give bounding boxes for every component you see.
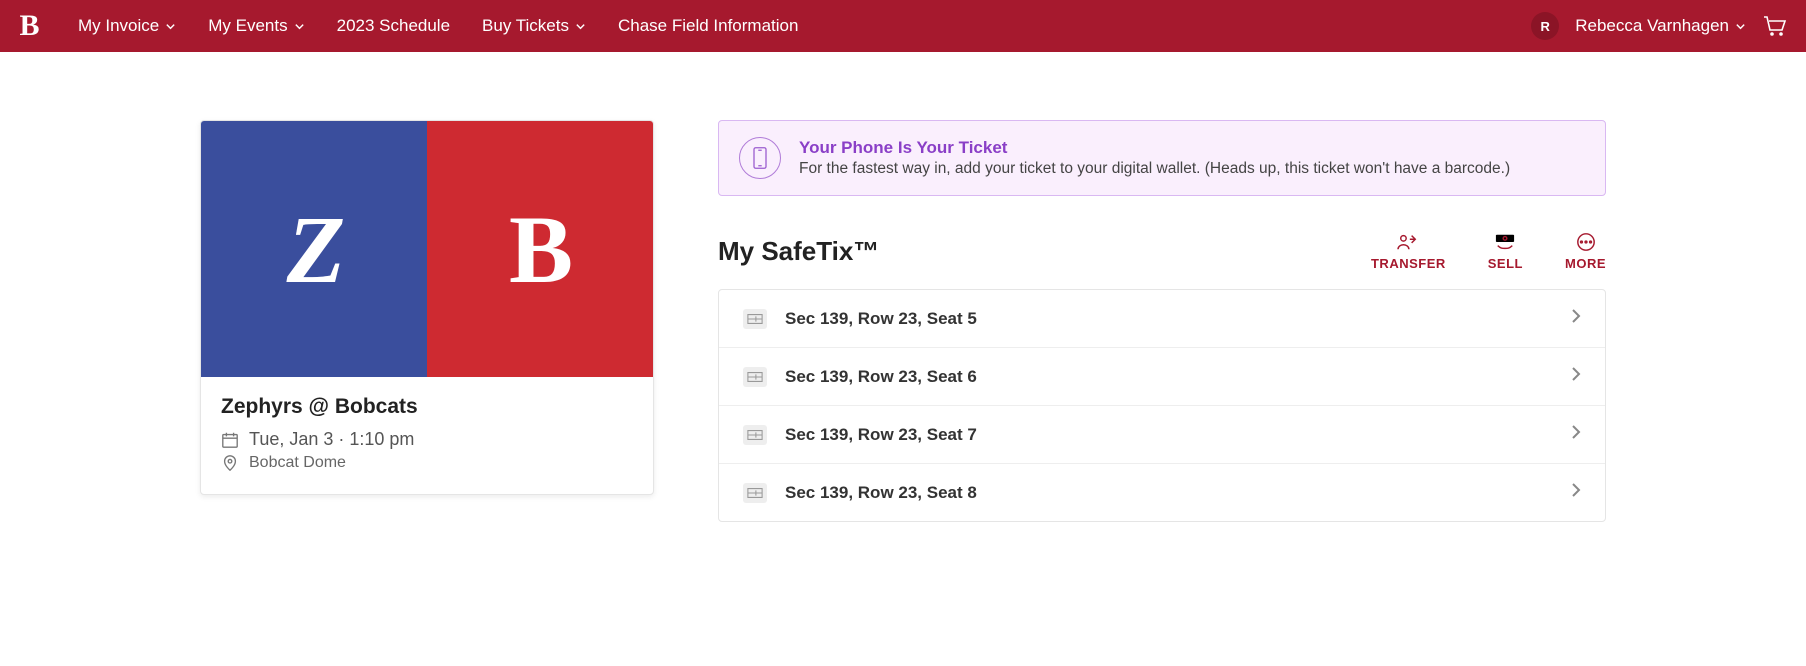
nav-label: 2023 Schedule: [337, 16, 450, 36]
mobile-ticket-notice: Your Phone Is Your Ticket For the fastes…: [718, 120, 1606, 196]
action-label: MORE: [1565, 256, 1606, 271]
ticket-row[interactable]: Sec 139, Row 23, Seat 8: [719, 464, 1605, 521]
event-venue: Bobcat Dome: [249, 454, 346, 472]
chevron-right-icon: [1571, 366, 1581, 387]
ticket-seat-label: Sec 139, Row 23, Seat 5: [785, 309, 1553, 329]
ticket-list: Sec 139, Row 23, Seat 5 Sec 139, Row 23,…: [718, 289, 1606, 522]
safetix-header: My SafeTix™ TRANSFER SELL MORE: [718, 232, 1606, 271]
event-datetime-row: Tue, Jan 3 · 1:10 pm: [221, 429, 633, 450]
ticket-seat-label: Sec 139, Row 23, Seat 7: [785, 425, 1553, 445]
transfer-button[interactable]: TRANSFER: [1371, 232, 1446, 271]
safetix-heading: My SafeTix™: [718, 236, 879, 267]
chevron-down-icon: [165, 21, 176, 32]
main-content: Z B Zephyrs @ Bobcats Tue, Jan 3 · 1:10 …: [0, 52, 1806, 582]
sell-button[interactable]: SELL: [1488, 232, 1523, 271]
chevron-right-icon: [1571, 308, 1581, 329]
ticket-row[interactable]: Sec 139, Row 23, Seat 6: [719, 348, 1605, 406]
matchup-graphic: Z B: [201, 121, 653, 377]
ticket-seat-label: Sec 139, Row 23, Seat 8: [785, 483, 1553, 503]
home-team-logo: B: [427, 121, 653, 377]
ticket-icon: [743, 309, 767, 329]
transfer-icon: [1395, 232, 1421, 252]
location-pin-icon: [221, 454, 239, 472]
ticket-row[interactable]: Sec 139, Row 23, Seat 7: [719, 406, 1605, 464]
more-icon: [1573, 232, 1599, 252]
nav-label: Buy Tickets: [482, 16, 569, 36]
action-label: SELL: [1488, 256, 1523, 271]
user-block: R Rebecca Varnhagen: [1531, 12, 1788, 40]
safetix-actions: TRANSFER SELL MORE: [1371, 232, 1606, 271]
nav-my-invoice[interactable]: My Invoice: [78, 16, 176, 36]
chevron-down-icon: [294, 21, 305, 32]
action-label: TRANSFER: [1371, 256, 1446, 271]
event-meta: Zephyrs @ Bobcats Tue, Jan 3 · 1:10 pm B…: [201, 377, 653, 494]
cart-icon[interactable]: [1762, 14, 1788, 38]
user-menu[interactable]: Rebecca Varnhagen: [1575, 16, 1746, 36]
avatar[interactable]: R: [1531, 12, 1559, 40]
more-button[interactable]: MORE: [1565, 232, 1606, 271]
ticket-icon: [743, 425, 767, 445]
tickets-panel: Your Phone Is Your Ticket For the fastes…: [718, 120, 1606, 522]
nav-venue-info[interactable]: Chase Field Information: [618, 16, 798, 36]
brand-logo[interactable]: B: [0, 0, 58, 52]
notice-title: Your Phone Is Your Ticket: [799, 138, 1510, 158]
nav-label: Chase Field Information: [618, 16, 798, 36]
nav-label: My Events: [208, 16, 287, 36]
ticket-row[interactable]: Sec 139, Row 23, Seat 5: [719, 290, 1605, 348]
event-title: Zephyrs @ Bobcats: [221, 395, 633, 419]
nav-items: My Invoice My Events 2023 Schedule Buy T…: [78, 16, 798, 36]
nav-buy-tickets[interactable]: Buy Tickets: [482, 16, 586, 36]
event-card: Z B Zephyrs @ Bobcats Tue, Jan 3 · 1:10 …: [200, 120, 654, 495]
ticket-seat-label: Sec 139, Row 23, Seat 6: [785, 367, 1553, 387]
chevron-down-icon: [575, 21, 586, 32]
nav-my-events[interactable]: My Events: [208, 16, 304, 36]
event-venue-row: Bobcat Dome: [221, 454, 633, 472]
calendar-icon: [221, 431, 239, 449]
event-datetime: Tue, Jan 3 · 1:10 pm: [249, 429, 414, 450]
away-team-logo: Z: [201, 121, 427, 377]
user-name: Rebecca Varnhagen: [1575, 16, 1729, 36]
sell-icon: [1492, 232, 1518, 252]
top-nav: B My Invoice My Events 2023 Schedule Buy…: [0, 0, 1806, 52]
chevron-right-icon: [1571, 424, 1581, 445]
ticket-icon: [743, 367, 767, 387]
nav-label: My Invoice: [78, 16, 159, 36]
chevron-down-icon: [1735, 21, 1746, 32]
phone-ticket-icon: [739, 137, 781, 179]
notice-body: For the fastest way in, add your ticket …: [799, 160, 1510, 178]
chevron-right-icon: [1571, 482, 1581, 503]
nav-schedule[interactable]: 2023 Schedule: [337, 16, 450, 36]
ticket-icon: [743, 483, 767, 503]
